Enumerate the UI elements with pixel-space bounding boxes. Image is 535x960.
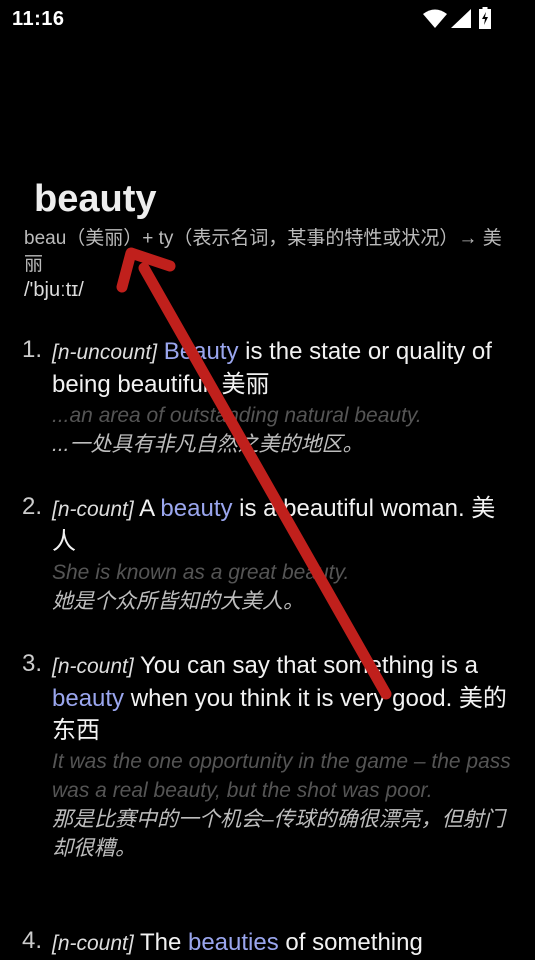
grammar-label: [n-uncount] <box>52 341 158 364</box>
sense-2[interactable]: 2. [n-count] A beauty is a beautiful wom… <box>22 493 512 616</box>
sense-3[interactable]: 3. [n-count] You can say that something … <box>22 650 512 863</box>
etymology: beau（美丽）+ ty（表示名词，某事的特性或状况）→ 美丽 <box>24 228 502 275</box>
example-en: It was the one opportunity in the game –… <box>52 750 511 802</box>
example-en: ...an area of outstanding natural beauty… <box>52 404 422 427</box>
keyword[interactable]: Beauty <box>164 338 239 365</box>
status-bar: 11:16 <box>0 0 535 36</box>
grammar-label: [n-count] <box>52 932 134 955</box>
wifi-icon <box>423 9 447 28</box>
sense-number: 3. <box>22 650 43 677</box>
definition-text: You can say that something is a <box>133 652 478 679</box>
definition: [n-uncount] Beauty is the state or quali… <box>52 336 512 401</box>
sense-number: 1. <box>22 336 43 363</box>
definition-text: The <box>133 929 188 956</box>
sense-number: 2. <box>22 493 43 520</box>
keyword[interactable]: beauty <box>160 495 232 522</box>
definition-text: A <box>133 495 161 522</box>
example-en: She is known as a great beauty. <box>52 561 350 584</box>
keyword[interactable]: beauty <box>52 685 124 712</box>
headword: beauty <box>34 178 157 220</box>
grammar-label: [n-count] <box>52 498 134 521</box>
battery-charging-icon <box>479 7 491 29</box>
keyword[interactable]: beauties <box>188 929 279 956</box>
example-zh: ...一处具有非凡自然之美的地区。 <box>52 433 364 456</box>
grammar-label: [n-count] <box>52 655 134 678</box>
signal-icon <box>451 9 471 28</box>
phonetic[interactable]: /'bjuːtɪ/ <box>24 279 84 302</box>
status-icons <box>423 7 493 29</box>
definition: [n-count] The beauties of something <box>52 927 512 960</box>
example-zh: 那是比赛中的一个机会–传球的确很漂亮，但射门却很糟。 <box>52 808 505 860</box>
status-time: 11:16 <box>12 8 65 30</box>
definition: [n-count] You can say that something is … <box>52 650 512 747</box>
definition-text: of something <box>278 929 423 956</box>
definition: [n-count] A beauty is a beautiful woman.… <box>52 493 512 558</box>
example-zh: 她是个众所皆知的大美人。 <box>52 590 304 613</box>
sense-1[interactable]: 1. [n-uncount] Beauty is the state or qu… <box>22 336 512 459</box>
sense-4[interactable]: 4. [n-count] The beauties of something <box>22 927 512 960</box>
